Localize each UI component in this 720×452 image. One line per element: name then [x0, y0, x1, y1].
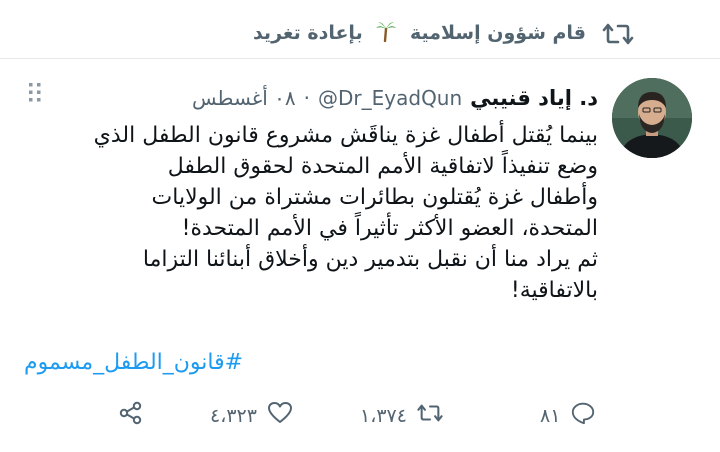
retweet-count: ١،٣٧٤: [360, 404, 407, 427]
action-bar: ٤،٣٢٣ ١،٣٧٤ ٨١: [0, 398, 720, 434]
tweet-line: المتحدة، العضو الأكثر تأثيراً في الأمم ا…: [181, 216, 598, 241]
author-handle[interactable]: @Dr_EyadQun: [318, 86, 462, 110]
tweet-date[interactable]: ٠٨ أغسطس: [192, 86, 296, 110]
tweet-line: وأطفال غزة يُقتلون بطائرات مشتراة من الو…: [151, 185, 598, 210]
tweet-header: د. إياد قنيبي @Dr_EyadQun · ٠٨ أغسطس: [192, 86, 598, 110]
tweet-text: بينما يُقتل أطفال غزة يناقَش مشروع قانون…: [18, 120, 598, 306]
retweet-action-icon: [417, 400, 443, 431]
avatar[interactable]: [612, 78, 692, 158]
like-count: ٤،٣٢٣: [210, 404, 257, 427]
more-options-icon[interactable]: [28, 82, 42, 104]
tweet-card: قام شؤون إسلامية بإعادة تغريد د. إياد قن…: [0, 0, 720, 452]
tweet-line: بالاتفاقية!: [510, 278, 598, 303]
tweet-line: بينما يُقتل أطفال غزة يناقَش مشروع قانون…: [93, 123, 598, 148]
author-name[interactable]: د. إياد قنيبي: [470, 86, 598, 110]
share-icon: [118, 400, 144, 431]
hashtag-link[interactable]: #قانون_الطفل_مسموم: [24, 350, 243, 375]
retweeter-name[interactable]: قام شؤون إسلامية: [410, 22, 586, 44]
retweet-label: بإعادة تغريد: [252, 22, 363, 44]
share-button[interactable]: [118, 400, 144, 431]
retweet-icon: [602, 20, 634, 48]
heart-icon: [267, 400, 293, 431]
palm-tree-icon: [375, 20, 397, 47]
divider: [0, 58, 720, 59]
reply-button[interactable]: ٨١: [540, 400, 596, 431]
retweet-header[interactable]: قام شؤون إسلامية بإعادة تغريد: [253, 20, 586, 47]
reply-count: ٨١: [540, 404, 561, 427]
like-button[interactable]: ٤،٣٢٣: [210, 400, 293, 431]
tweet-line: وضع تنفيذاً لاتفاقية الأمم المتحدة لحقوق…: [167, 154, 598, 179]
tweet-line: ثم يراد منا أن نقبل بتدمير دين وأخلاق أب…: [142, 247, 598, 272]
reply-icon: [570, 400, 596, 431]
retweet-button[interactable]: ١،٣٧٤: [360, 400, 443, 431]
separator: ·: [303, 86, 311, 110]
